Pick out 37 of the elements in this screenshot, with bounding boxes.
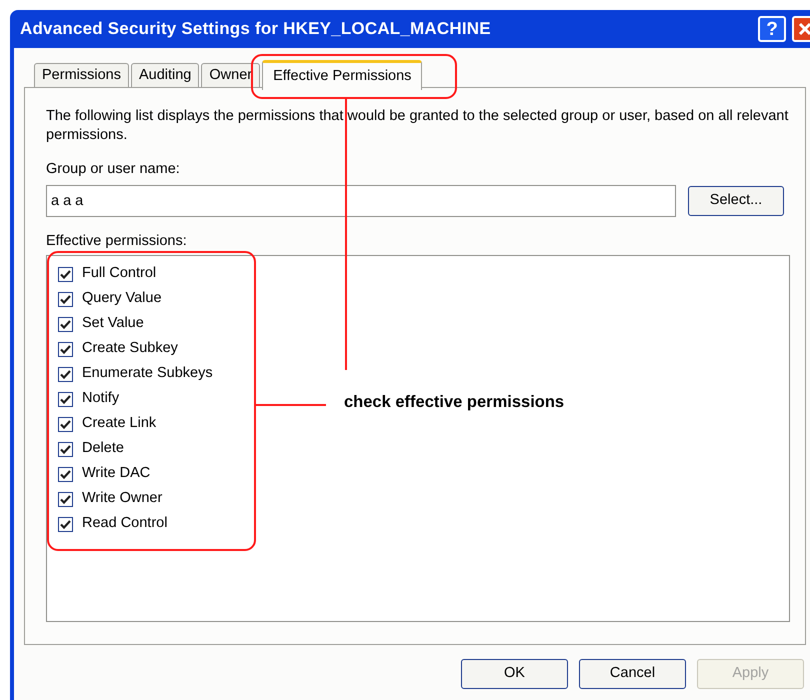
permission-label: Create Subkey [82, 339, 178, 358]
checkbox[interactable] [58, 342, 73, 356]
permission-label: Enumerate Subkeys [82, 364, 213, 384]
permission-label: Create Link [82, 414, 156, 434]
tab[interactable]: Effective Permissions [262, 60, 422, 90]
checkbox[interactable] [58, 392, 73, 406]
permission-label: Notify [82, 389, 120, 408]
permission-label: Delete [82, 439, 124, 458]
checkbox[interactable] [58, 492, 73, 506]
dialog-button[interactable]: Cancel [579, 659, 686, 689]
dialog-button[interactable]: OK [461, 659, 568, 689]
tab[interactable]: Auditing [130, 63, 200, 89]
checkbox[interactable] [58, 316, 73, 332]
group-name-field[interactable]: a a a [46, 184, 676, 217]
checkbox[interactable] [58, 442, 73, 456]
permission-label: Write DAC [82, 464, 150, 484]
checkbox[interactable] [58, 416, 73, 432]
window-title: Advanced Security Settings for HKEY_LOCAL_MACHINE [20, 18, 492, 40]
permission-label: Read Control [82, 514, 168, 534]
tab[interactable]: Permissions [34, 63, 129, 89]
help-button[interactable]: ? [758, 16, 786, 42]
checkbox[interactable] [58, 466, 73, 482]
select-button[interactable]: Select... [688, 186, 784, 216]
permission-label: Write Owner [82, 489, 162, 508]
leader-line [255, 404, 326, 406]
permission-label: Set Value [82, 314, 144, 334]
permission-label: Full Control [82, 264, 156, 284]
field-label: Effective permissions: [46, 232, 188, 251]
checkbox[interactable] [58, 266, 73, 282]
checkbox[interactable] [58, 292, 73, 306]
field-label: Group or user name: [46, 160, 181, 179]
description-text: The following list displays the permissions that would be granted to the selected group or user, based on all relevant permissions. [46, 107, 790, 145]
checkbox[interactable] [58, 366, 73, 382]
close-icon [798, 22, 810, 36]
permission-label: Query Value [82, 289, 162, 308]
checkbox[interactable] [58, 516, 73, 532]
annotation-text: check effective permissions [344, 392, 564, 413]
